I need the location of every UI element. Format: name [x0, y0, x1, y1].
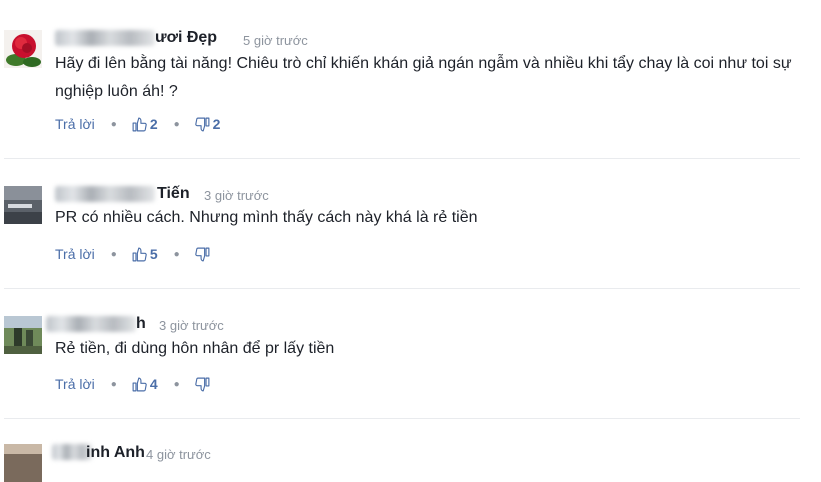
- blurred-name: [55, 30, 155, 46]
- divider: [4, 288, 800, 289]
- like-count: 2: [149, 116, 158, 132]
- comment-time[interactable]: 4 giờ trước: [146, 447, 211, 462]
- like-button[interactable]: 4: [131, 376, 158, 393]
- avatar-image: [4, 316, 42, 354]
- reply-button[interactable]: Trả lời: [55, 376, 95, 392]
- comment-time[interactable]: 3 giờ trước: [159, 318, 224, 333]
- divider: [4, 158, 800, 159]
- comment-actions: Trả lời ● 4 ●: [55, 374, 213, 394]
- rose-avatar-image: [4, 30, 42, 68]
- comment-actions: Trả lời ● 5 ●: [55, 244, 213, 264]
- commenter-name[interactable]: h: [136, 315, 146, 333]
- divider: [4, 418, 800, 419]
- avatar-image: [4, 444, 42, 482]
- avatar[interactable]: [4, 316, 42, 354]
- dislike-count: 2: [212, 116, 221, 132]
- commenter-name[interactable]: ươi Đẹp: [155, 29, 217, 47]
- avatar[interactable]: [4, 444, 42, 482]
- like-button[interactable]: 5: [131, 246, 158, 263]
- comment-time[interactable]: 5 giờ trước: [243, 33, 308, 48]
- comment-text: Rẻ tiền, đi dùng hôn nhân để pr lấy tiền: [55, 340, 335, 357]
- thumbs-up-icon: [132, 117, 147, 131]
- reply-button[interactable]: Trả lời: [55, 246, 95, 262]
- comment-actions: Trả lời ● 2 ● 2: [55, 114, 220, 134]
- thumbs-up-icon: [132, 247, 147, 261]
- dot-separator: ●: [110, 118, 117, 130]
- dot-separator: ●: [110, 248, 117, 260]
- avatar[interactable]: [4, 30, 42, 68]
- reply-button[interactable]: Trả lời: [55, 116, 95, 132]
- dot-separator: ●: [173, 118, 180, 130]
- blurred-name: [46, 316, 136, 332]
- blurred-name: [55, 186, 155, 202]
- comment-time[interactable]: 3 giờ trước: [204, 188, 269, 203]
- thumbs-up-icon: [132, 377, 147, 391]
- dot-separator: ●: [173, 248, 180, 260]
- comment-text: PR có nhiều cách. Nhưng mình thấy cách n…: [55, 209, 478, 226]
- like-button[interactable]: 2: [131, 116, 158, 133]
- commenter-name[interactable]: Tiến: [157, 185, 190, 203]
- dot-separator: ●: [110, 378, 117, 390]
- thumbs-down-icon: [194, 247, 210, 261]
- thumbs-down-icon: [194, 117, 210, 131]
- like-count: 5: [149, 246, 158, 262]
- comment-text: Hãy đi lên bằng tài năng! Chiêu trò chỉ …: [55, 55, 792, 100]
- avatar-image: [4, 186, 42, 224]
- dot-separator: ●: [173, 378, 180, 390]
- commenter-name[interactable]: inh Anh: [86, 444, 145, 462]
- like-count: 4: [149, 376, 158, 392]
- dislike-button[interactable]: 2: [194, 116, 221, 133]
- dislike-button[interactable]: [194, 376, 213, 393]
- thumbs-down-icon: [194, 377, 210, 391]
- dislike-button[interactable]: [194, 246, 213, 263]
- avatar[interactable]: [4, 186, 42, 224]
